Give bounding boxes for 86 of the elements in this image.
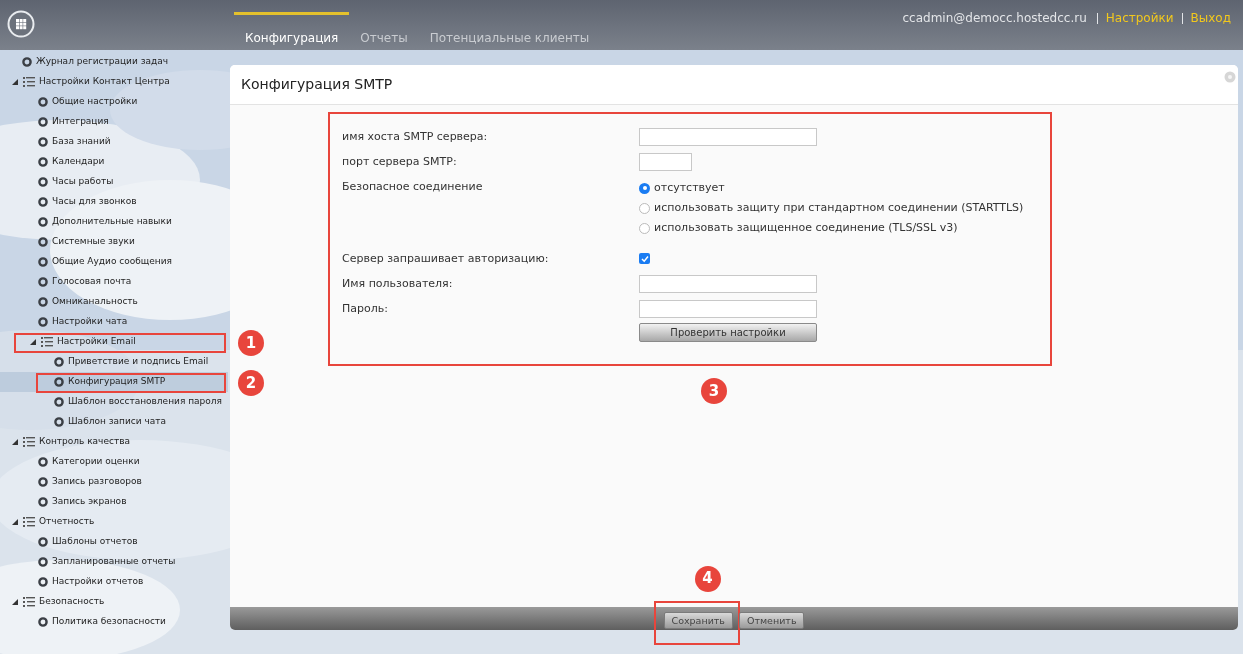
tree-item[interactable]: Общие настройки	[0, 92, 228, 112]
checkbox[interactable]	[639, 253, 650, 264]
bullet-icon	[38, 137, 48, 147]
tree-item[interactable]: Запись разговоров	[0, 472, 228, 492]
tree-item[interactable]: Омниканальность	[0, 292, 228, 312]
tree-item[interactable]: Запланированные отчеты	[0, 552, 228, 572]
tree-item[interactable]: Календари	[0, 152, 228, 172]
tree-group[interactable]: Настройки Контакт Центра	[0, 72, 228, 92]
bullet-icon	[38, 497, 48, 507]
tree-group[interactable]: Контроль качества	[0, 432, 228, 452]
tree-item[interactable]: Часы работы	[0, 172, 228, 192]
bullet-icon	[38, 477, 48, 487]
callout-badge: 3	[701, 378, 727, 404]
bullet-icon	[38, 257, 48, 267]
field-label: Безопасное соединение	[342, 179, 483, 195]
text-field[interactable]	[639, 153, 692, 171]
bullet-icon	[54, 417, 64, 427]
tree-item[interactable]: Политика безопасности	[0, 612, 228, 632]
radio-button[interactable]	[639, 202, 650, 214]
check-settings-button[interactable]: Проверить настройки	[639, 323, 817, 342]
text-field[interactable]	[639, 128, 817, 146]
bullet-icon	[38, 97, 48, 107]
radio-label: отсутствует	[654, 179, 725, 196]
field-label: Пароль:	[342, 301, 388, 317]
bullet-icon	[38, 297, 48, 307]
bullet-icon	[38, 177, 48, 187]
radio-button[interactable]	[639, 182, 650, 194]
tree-item[interactable]: Часы для звонков	[0, 192, 228, 212]
bullet-icon	[38, 457, 48, 467]
tree-item[interactable]: Общие Аудио сообщения	[0, 252, 228, 272]
bullet-icon	[54, 397, 64, 407]
bullet-icon	[38, 577, 48, 587]
radio-label: использовать защищенное соединение (TLS/SSL v3)	[654, 219, 958, 236]
list-icon	[41, 337, 53, 347]
tree-item[interactable]: База знаний	[0, 132, 228, 152]
bullet-icon	[38, 237, 48, 247]
bullet-icon	[38, 537, 48, 547]
tree-item[interactable]: Настройки чата	[0, 312, 228, 332]
list-icon	[23, 77, 35, 87]
footer-button[interactable]: Отменить	[738, 612, 805, 630]
bullet-icon	[54, 357, 64, 367]
radio-button[interactable]	[639, 222, 650, 234]
tree-group[interactable]: Безопасность	[0, 592, 228, 612]
tree-item[interactable]: Интеграция	[0, 112, 228, 132]
tree-group[interactable]: Отчетность	[0, 512, 228, 532]
list-icon	[23, 597, 35, 607]
tree-item[interactable]: Запись экранов	[0, 492, 228, 512]
tree-item[interactable]: Категории оценки	[0, 452, 228, 472]
callout-badge: 4	[694, 565, 721, 592]
tree-item[interactable]: Приветствие и подпись Email	[0, 352, 228, 372]
panel-title: Конфигурация SMTP	[241, 75, 393, 94]
bullet-icon	[38, 277, 48, 287]
field-label: порт сервера SMTP:	[342, 154, 457, 170]
tree-item[interactable]: Настройки отчетов	[0, 572, 228, 592]
tree-item[interactable]: Шаблон записи чата	[0, 412, 228, 432]
bullet-icon	[38, 617, 48, 627]
list-icon	[23, 437, 35, 447]
bullet-icon	[22, 57, 32, 67]
text-field[interactable]	[639, 275, 817, 293]
bullet-icon	[54, 377, 64, 387]
expanded-triangle-icon	[12, 599, 18, 605]
nav-tab[interactable]: Конфигурация	[234, 12, 350, 50]
list-icon	[23, 517, 35, 527]
tree-item[interactable]: Системные звуки	[0, 232, 228, 252]
expanded-triangle-icon	[12, 79, 18, 85]
bullet-icon	[38, 197, 48, 207]
footer-button[interactable]: Сохранить	[663, 612, 733, 630]
expanded-triangle-icon	[12, 439, 18, 445]
tree-item[interactable]: Журнал регистрации задач	[0, 52, 228, 72]
tree-item[interactable]: Дополнительные навыки	[0, 212, 228, 232]
logo-icon	[7, 10, 35, 38]
bullet-icon	[38, 557, 48, 567]
tree-item[interactable]: Голосовая почта	[0, 272, 228, 292]
field-label: Сервер запрашивает авторизацию:	[342, 251, 549, 267]
field-label: имя хоста SMTP сервера:	[342, 129, 488, 145]
bullet-icon	[38, 157, 48, 167]
field-label: Имя пользователя:	[342, 276, 453, 292]
user-email: ccadmin@democc.hostedcc.ru	[902, 10, 1088, 27]
text-field[interactable]	[639, 300, 817, 318]
radio-label: использовать защиту при стандартном соединении (STARTTLS)	[654, 199, 1024, 216]
expanded-triangle-icon	[30, 339, 36, 345]
bullet-icon	[38, 117, 48, 127]
bullet-icon	[38, 217, 48, 227]
bullet-icon	[38, 317, 48, 327]
expanded-triangle-icon	[12, 519, 18, 525]
tree-item[interactable]: Шаблоны отчетов	[0, 532, 228, 552]
